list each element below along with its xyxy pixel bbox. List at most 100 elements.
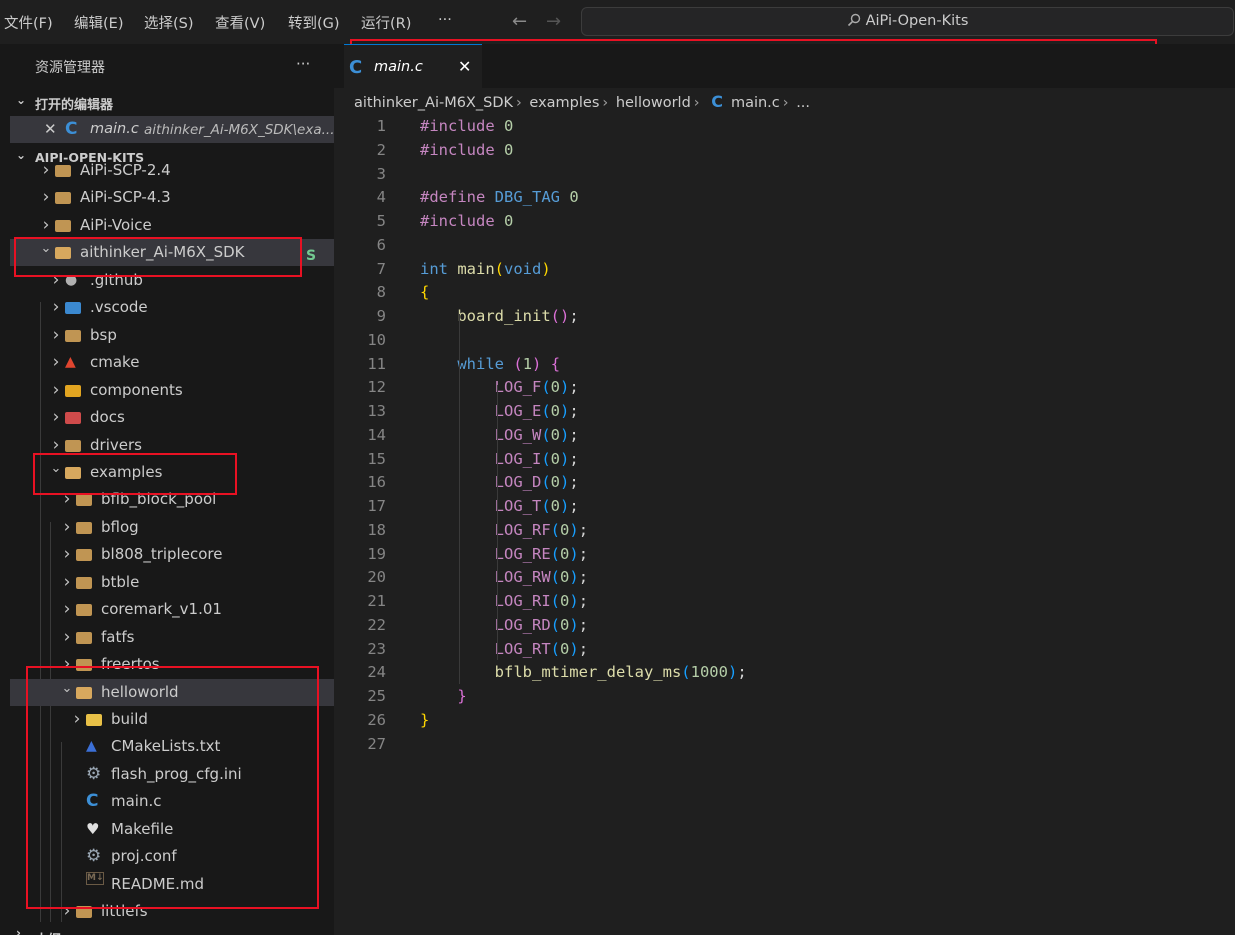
code-line: 23 LOG_RT(0); <box>334 637 1235 661</box>
tree-item[interactable]: › coremark_v1.01 <box>10 596 334 623</box>
tree-item[interactable]: › bflb_block_pool <box>10 486 334 513</box>
tree-item[interactable]: › docs <box>10 404 334 431</box>
command-center-search[interactable]: AiPi-Open-Kits <box>581 7 1234 36</box>
tree-item[interactable]: ⚙ proj.conf <box>10 843 334 870</box>
tree-item[interactable]: › build <box>10 706 334 733</box>
folder-icon <box>76 906 92 918</box>
chevron-right-icon[interactable]: › <box>48 377 64 404</box>
tree-item[interactable]: › ▲ cmake <box>10 349 334 376</box>
close-icon[interactable]: ✕ <box>44 120 57 138</box>
chevron-right-icon[interactable]: › <box>48 294 64 321</box>
tree-item[interactable]: › littlefs <box>10 898 334 925</box>
menu-more[interactable]: ··· <box>438 12 452 28</box>
chevron-right-icon[interactable]: › <box>48 322 64 349</box>
open-editors-label: 打开的编辑器 <box>35 94 113 113</box>
folder-open-icon <box>76 687 92 699</box>
tree-item-label: Makefile <box>111 816 173 843</box>
tree-item[interactable]: › bsp <box>10 322 334 349</box>
vscode-folder-icon <box>65 302 81 314</box>
outline-label: 大纲 <box>35 929 61 935</box>
line-number: 27 <box>346 732 386 756</box>
chevron-right-icon[interactable]: › <box>38 162 54 184</box>
cmake-folder-icon: ▲ <box>65 349 81 364</box>
menu-go[interactable]: 转到(G) <box>288 12 340 33</box>
chevron-right-icon[interactable]: › <box>69 706 85 733</box>
forward-arrow-icon[interactable]: → <box>546 11 561 32</box>
tree-item[interactable]: › btble <box>10 569 334 596</box>
tree-item[interactable]: › AiPi-SCP-4.3 <box>10 184 334 211</box>
chevron-right-icon[interactable]: › <box>59 596 75 623</box>
tree-item-label: littlefs <box>101 898 148 925</box>
line-number: 4 <box>346 185 386 209</box>
outline-header[interactable]: › 大纲 <box>10 926 334 935</box>
chevron-right-icon[interactable]: › <box>38 184 54 211</box>
tree-item[interactable]: ♥ Makefile <box>10 816 334 843</box>
menu-run[interactable]: 运行(R) <box>361 12 411 33</box>
chevron-right-icon[interactable]: › <box>59 569 75 596</box>
folder-icon <box>76 577 92 589</box>
code-text: LOG_RF(0); <box>420 518 588 542</box>
tree-item[interactable]: › AiPi-SCP-2.4 <box>10 162 334 184</box>
breadcrumb-item-sdk[interactable]: aithinker_Ai-M6X_SDK <box>354 95 513 111</box>
chevron-down-icon[interactable]: ⌄ <box>59 675 75 702</box>
chevron-right-icon[interactable]: › <box>59 514 75 541</box>
menu-edit[interactable]: 编辑(E) <box>74 12 123 33</box>
tree-item-label: docs <box>90 404 125 431</box>
open-editor-path: aithinker_Ai-M6X_SDK\exa... <box>144 122 334 138</box>
docs-folder-icon <box>65 412 81 424</box>
line-number: 10 <box>346 328 386 352</box>
tree-item[interactable]: › AiPi-Voice <box>10 212 334 239</box>
tree-item[interactable]: › ● .github <box>10 267 334 294</box>
tree-item-label: CMakeLists.txt <box>111 733 220 760</box>
breadcrumb-item-main-c[interactable]: main.c <box>731 95 780 111</box>
line-number: 16 <box>346 470 386 494</box>
tab-main-c[interactable]: C main.c ✕ <box>344 44 482 88</box>
tab-bar: C main.c ✕ <box>334 44 1235 88</box>
code-text: #define DBG_TAG 0 <box>420 185 579 209</box>
menu-view[interactable]: 查看(V) <box>215 12 265 33</box>
open-editor-item-main-c[interactable]: ✕ C main.c aithinker_Ai-M6X_SDK\exa... <box>10 116 334 143</box>
code-text: } <box>420 708 429 732</box>
breadcrumb-item-helloworld[interactable]: helloworld <box>616 95 691 111</box>
tree-item-label: proj.conf <box>111 843 177 870</box>
code-text: LOG_RT(0); <box>420 637 588 661</box>
chevron-right-icon[interactable]: › <box>59 541 75 568</box>
tab-label: main.c <box>374 59 423 75</box>
tree-item[interactable]: ⌄ examples <box>10 459 334 486</box>
tree-item[interactable]: ▲ CMakeLists.txt <box>10 733 334 760</box>
chevron-right-icon[interactable]: › <box>59 898 75 925</box>
editor-area: C main.c ✕ aithinker_Ai-M6X_SDK › example… <box>334 44 1235 935</box>
chevron-down-icon[interactable]: ⌄ <box>48 455 64 482</box>
code-text: #include 0 <box>420 114 513 138</box>
code-line: 19 LOG_RE(0); <box>334 542 1235 566</box>
tree-item[interactable]: › bflog <box>10 514 334 541</box>
explorer-more-button[interactable]: ··· <box>296 55 310 73</box>
menu-file[interactable]: 文件(F) <box>4 12 53 33</box>
folder-icon <box>76 659 92 671</box>
file-tree: › AiPi-SCP-2.4 › AiPi-SCP-4.3 › AiPi-Voice ⌄ ai… <box>10 162 334 925</box>
tree-item[interactable]: › components <box>10 377 334 404</box>
tree-item[interactable]: ⌄ aithinker_Ai-M6X_SDK <box>10 239 334 266</box>
chevron-right-icon[interactable]: › <box>48 267 64 294</box>
tree-item[interactable]: › fatfs <box>10 624 334 651</box>
tree-item[interactable]: › .vscode <box>10 294 334 321</box>
indent-guide <box>459 314 460 685</box>
line-number: 11 <box>346 352 386 376</box>
tab-close-icon[interactable]: ✕ <box>458 57 471 76</box>
tree-item[interactable]: Cmain.c <box>10 788 334 815</box>
menu-selection[interactable]: 选择(S) <box>144 12 194 33</box>
tree-item[interactable]: ⌄ helloworld <box>10 679 334 706</box>
tree-item[interactable]: ⚙ flash_prog_cfg.ini <box>10 761 334 788</box>
breadcrumb-item-symbol[interactable]: ... <box>796 95 810 111</box>
chevron-right-icon[interactable]: › <box>59 486 75 513</box>
chevron-right-icon[interactable]: › <box>48 349 64 376</box>
back-arrow-icon[interactable]: ← <box>512 11 527 32</box>
tree-item[interactable]: › bl808_triplecore <box>10 541 334 568</box>
chevron-right-icon[interactable]: › <box>59 624 75 651</box>
chevron-right-icon[interactable]: › <box>48 404 64 431</box>
breadcrumb-item-examples[interactable]: examples <box>529 95 599 111</box>
chevron-down-icon[interactable]: ⌄ <box>38 235 54 262</box>
tree-item[interactable]: M↓ README.md <box>10 871 334 898</box>
open-editors-header[interactable]: ⌄ 打开的编辑器 <box>10 93 334 113</box>
code-line: 7 int main(void) <box>334 257 1235 281</box>
